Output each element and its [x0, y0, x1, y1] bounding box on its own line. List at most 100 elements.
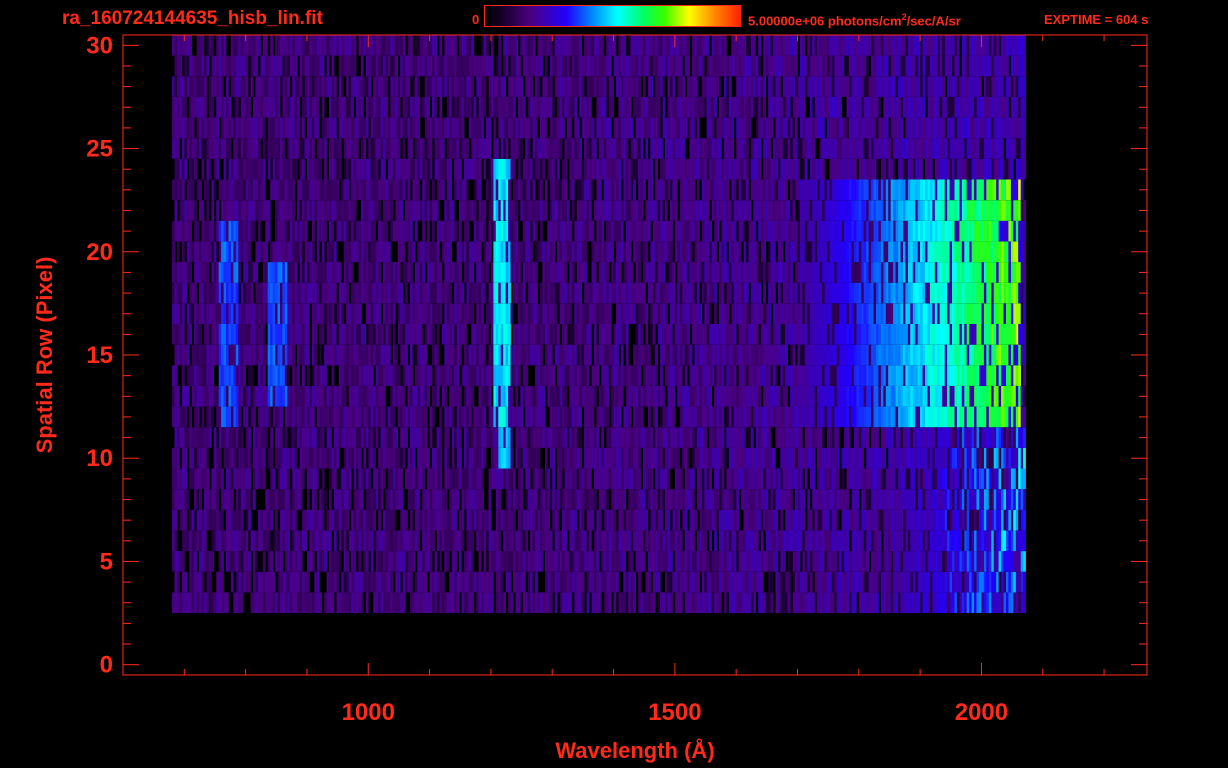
heatmap-cell — [925, 324, 928, 345]
heatmap-cell — [971, 406, 975, 428]
heatmap-cell — [895, 365, 899, 386]
heatmap-cell — [495, 530, 499, 552]
heatmap-cell — [233, 427, 237, 448]
heatmap-cell — [993, 468, 997, 490]
heatmap-cell — [375, 282, 379, 304]
heatmap-cell — [819, 489, 823, 510]
heatmap-cell — [184, 447, 188, 469]
heatmap-cell — [351, 427, 354, 448]
heatmap-cell — [432, 386, 435, 407]
heatmap-cell — [670, 427, 673, 448]
heatmap-cell — [221, 489, 224, 510]
heatmap-cell — [954, 386, 958, 407]
heatmap-cell — [569, 468, 573, 490]
heatmap-cell — [481, 324, 484, 345]
heatmap-cell — [230, 447, 234, 469]
heatmap-cell — [665, 468, 668, 490]
heatmap-cell — [383, 427, 386, 448]
heatmap-cell — [593, 386, 597, 407]
heatmap-cell — [716, 509, 720, 531]
heatmap-cell — [363, 282, 367, 304]
heatmap-cell — [1006, 592, 1009, 613]
heatmap-cell — [868, 386, 872, 407]
heatmap-cell — [532, 427, 536, 448]
heatmap-cell — [949, 303, 953, 324]
heatmap-cell — [358, 365, 362, 386]
heatmap-cell — [213, 303, 217, 324]
heatmap-cell — [216, 344, 219, 366]
heatmap-cell — [177, 571, 180, 593]
heatmap-cell — [812, 282, 815, 304]
heatmap-cell — [915, 324, 918, 345]
heatmap-cell — [483, 406, 487, 428]
heatmap-cell — [873, 427, 877, 448]
heatmap-cell — [250, 406, 254, 428]
heatmap-cell — [949, 530, 953, 552]
heatmap-cell — [983, 344, 987, 366]
heatmap-cell — [652, 386, 656, 407]
heatmap-cell — [186, 344, 190, 366]
heatmap-cell — [213, 509, 217, 531]
heatmap-cell — [1006, 386, 1009, 407]
heatmap-cell — [282, 489, 286, 510]
heatmap-cell — [554, 282, 558, 304]
heatmap-cell — [213, 324, 217, 345]
heatmap-cell — [689, 571, 693, 593]
heatmap-cell — [250, 324, 254, 345]
heatmap-cell — [741, 303, 744, 324]
heatmap-cell — [606, 468, 609, 490]
heatmap-cell — [191, 447, 195, 469]
heatmap-cell — [581, 530, 585, 552]
heatmap-cell — [807, 365, 811, 386]
heatmap-cell — [736, 386, 739, 407]
heatmap-cell — [802, 489, 806, 510]
heatmap-cell — [701, 468, 705, 490]
heatmap-cell — [378, 282, 381, 304]
heatmap-cell — [885, 365, 889, 386]
heatmap-cell — [208, 282, 212, 304]
heatmap-cell — [513, 530, 516, 552]
heatmap-cell — [866, 303, 869, 324]
heatmap-cell — [831, 406, 835, 428]
heatmap-cell — [657, 468, 661, 490]
heatmap-cell — [194, 282, 197, 304]
heatmap-cell — [979, 447, 982, 469]
heatmap-cell — [365, 551, 369, 572]
heatmap-cell — [275, 427, 278, 448]
heatmap-cell — [221, 365, 224, 386]
heatmap-cell — [569, 489, 573, 510]
heatmap-cell — [839, 571, 842, 593]
heatmap-cell — [216, 324, 219, 345]
heatmap-cell — [201, 551, 205, 572]
heatmap-cell — [719, 406, 722, 428]
heatmap-cell — [375, 344, 379, 366]
heatmap-cell — [723, 324, 727, 345]
heatmap-cell — [537, 427, 541, 448]
heatmap-cell — [530, 303, 533, 324]
heatmap-cell — [790, 468, 793, 490]
heatmap-cell — [655, 571, 658, 593]
heatmap-cell — [858, 530, 862, 552]
heatmap-cell — [199, 386, 202, 407]
heatmap-cell — [199, 468, 202, 490]
heatmap-cell — [446, 427, 450, 448]
heatmap-cell — [991, 406, 995, 428]
heatmap-cell — [331, 344, 335, 366]
heatmap-cell — [510, 551, 514, 572]
heatmap-cell — [706, 282, 710, 304]
heatmap-cell — [321, 303, 325, 324]
heatmap-cell — [878, 530, 882, 552]
heatmap-cell — [826, 509, 830, 531]
heatmap-cell — [763, 303, 766, 324]
heatmap-cell — [956, 551, 960, 572]
heatmap-cell — [243, 447, 246, 469]
heatmap-cell — [704, 386, 708, 407]
heatmap-cell — [844, 282, 847, 304]
heatmap-cell — [194, 551, 197, 572]
heatmap-cell — [983, 303, 987, 324]
heatmap-cell — [826, 468, 830, 490]
heatmap-cell — [299, 489, 303, 510]
heatmap-cell — [326, 571, 330, 593]
heatmap-cell — [358, 406, 362, 428]
heatmap-cell — [525, 530, 528, 552]
